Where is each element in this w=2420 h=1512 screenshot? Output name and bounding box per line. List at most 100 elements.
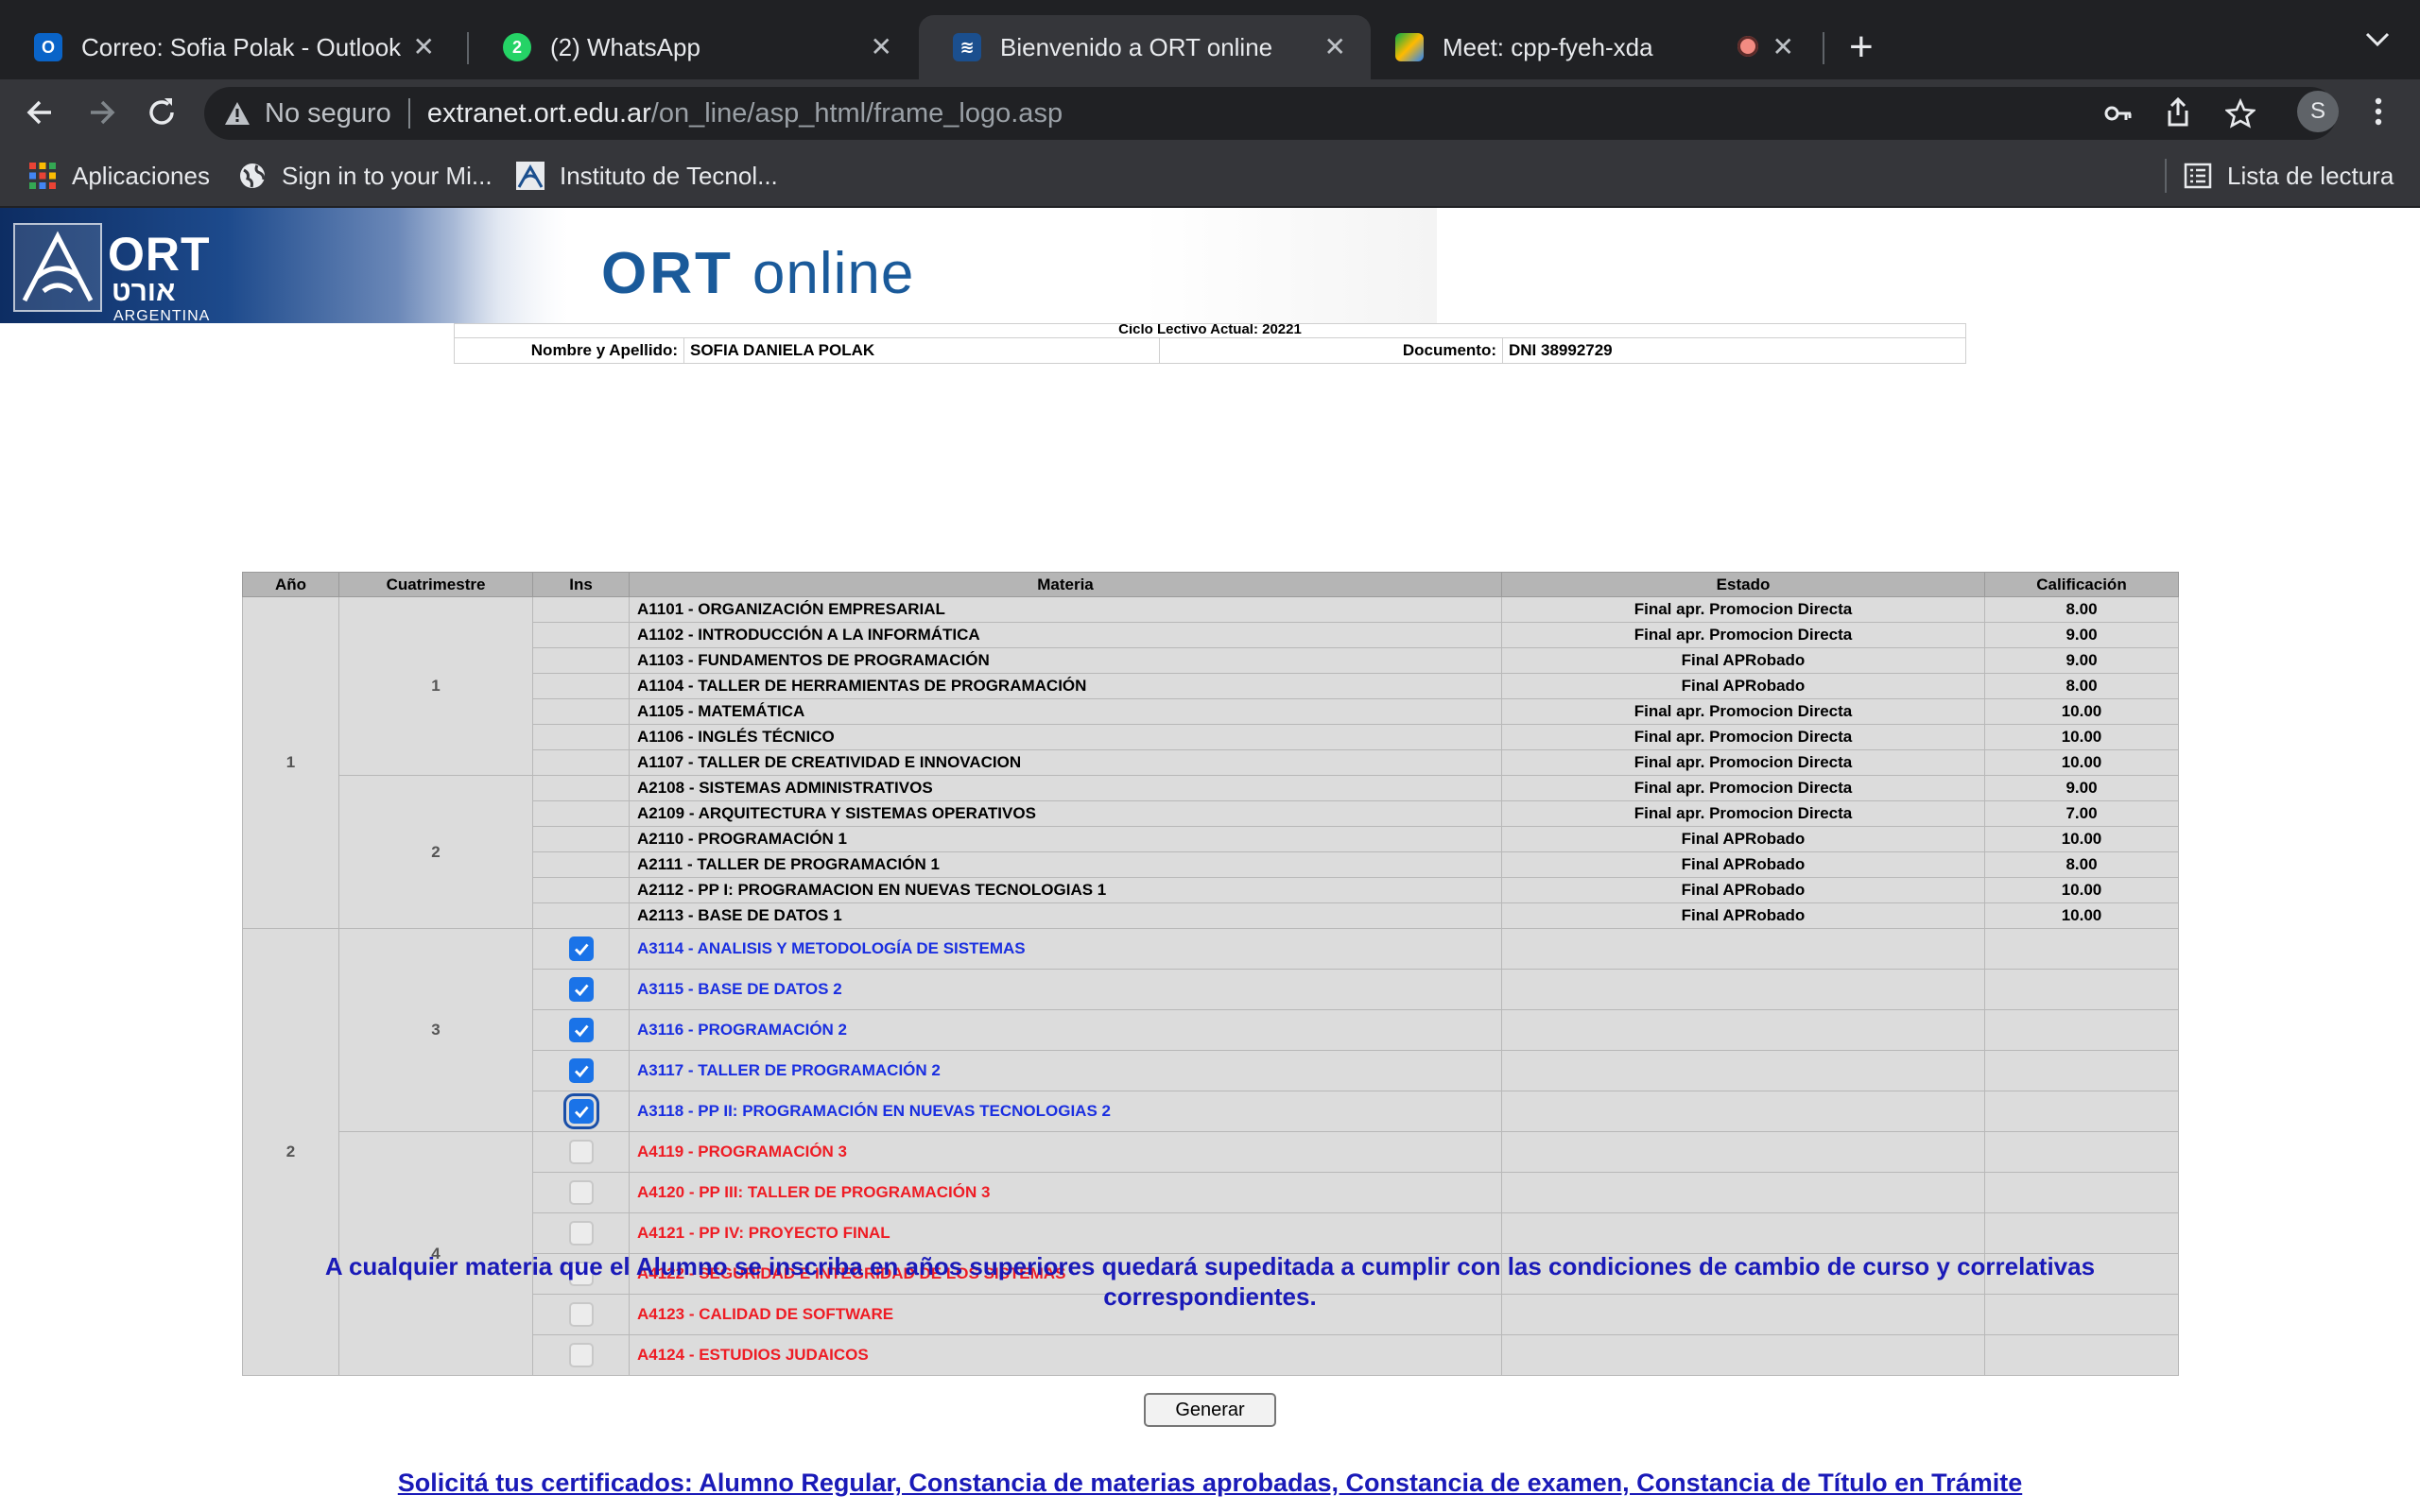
header-materia: Materia [629,572,1502,597]
ins-cell [532,1050,630,1091]
enroll-checkbox[interactable] [568,1058,594,1083]
table-row: A3118 - PP II: PROGRAMACIÓN EN NUEVAS TE… [243,1091,2179,1132]
ins-cell [532,673,630,699]
close-icon[interactable]: ✕ [413,34,435,60]
whatsapp-icon: 2 [503,33,531,61]
ins-cell [532,902,630,929]
materia-link[interactable]: A3114 - ANALISIS Y METODOLOGÍA DE SISTEM… [629,928,1502,970]
ins-cell [532,749,630,776]
estado-cell: Final apr. Promocion Directa [1501,698,1985,725]
enroll-checkbox[interactable] [568,1140,594,1164]
table-row: A2109 - ARQUITECTURA Y SISTEMAS OPERATIV… [243,800,2179,827]
estado-cell: Final apr. Promocion Directa [1501,724,1985,750]
checkmark-icon [574,984,589,997]
materia-link[interactable]: A4124 - ESTUDIOS JUDAICOS [629,1334,1502,1376]
materia-link[interactable]: A4121 - PP IV: PROYECTO FINAL [629,1212,1502,1254]
bookmark-apps[interactable]: Aplicaciones [28,159,210,193]
estado-cell [1501,1212,1985,1254]
tab-outlook[interactable]: O Correo: Sofia Polak - Outlook ✕ [0,15,459,79]
logo-country-text: ARGENTINA [113,308,211,324]
enroll-checkbox[interactable] [562,1093,599,1129]
tab-meet[interactable]: Meet: cpp-fyeh-xda ✕ [1361,15,1819,79]
enroll-checkbox[interactable] [568,977,594,1002]
table-row: A1102 - INTRODUCCIÓN A LA INFORMÁTICA Fi… [243,622,2179,648]
ins-cell [532,969,630,1010]
chevron-down-icon[interactable] [2363,28,2392,51]
name-label: Nombre y Apellido: [454,337,684,364]
star-icon[interactable] [2225,98,2256,129]
close-icon[interactable]: ✕ [1772,34,1794,60]
bookmark-instituto[interactable]: Instituto de Tecnol... [516,159,778,193]
materia-link[interactable]: A3117 - TALLER DE PROGRAMACIÓN 2 [629,1050,1502,1091]
security-label[interactable]: No seguro [265,98,391,129]
materia-cell: A1107 - TALLER DE CREATIVIDAD E INNOVACI… [629,749,1502,776]
ins-cell [532,1334,630,1376]
logo-hebrew-text: אורט [112,276,176,307]
certificates-link[interactable]: Solicitá tus certificados: Alumno Regula… [0,1469,2420,1498]
estado-cell [1501,1131,1985,1173]
logo-text: ORT [108,228,211,281]
doc-value: DNI 38992729 [1502,337,1966,364]
anio-cell: 1 [242,596,339,929]
close-icon[interactable]: ✕ [1324,34,1346,60]
estado-cell [1501,1334,1985,1376]
checkmark-icon [574,943,589,956]
materia-link[interactable]: A3115 - BASE DE DATOS 2 [629,969,1502,1010]
table-row: A2113 - BASE DE DATOS 1 Final APRobado 1… [243,902,2179,929]
materia-link[interactable]: A4119 - PROGRAMACIÓN 3 [629,1131,1502,1173]
materia-link[interactable]: A3118 - PP II: PROGRAMACIÓN EN NUEVAS TE… [629,1091,1502,1132]
estado-cell [1501,1172,1985,1213]
cuatrimestre-cell: 3 [338,928,533,1132]
calificacion-cell: 8.00 [1984,673,2179,699]
share-icon[interactable] [2165,96,2191,129]
reading-list[interactable]: Lista de lectura [2184,159,2394,193]
student-info-table: Ciclo Lectivo Actual: 20221 Nombre y Ape… [454,323,1966,364]
tab-whatsapp[interactable]: 2 (2) WhatsApp ✕ [469,15,917,79]
ort-icon [516,162,544,190]
enroll-checkbox[interactable] [568,936,594,961]
new-tab-button[interactable]: + [1849,23,1874,72]
ins-cell [532,1091,630,1132]
back-arrow-icon[interactable] [23,94,59,130]
tab-ort-online[interactable]: ≋ Bienvenido a ORT online ✕ [919,15,1371,79]
forward-arrow-icon[interactable] [83,94,119,130]
page-content: ORT אורט ARGENTINA ORT online Ciclo Lecti… [0,208,2420,1512]
ins-cell [532,826,630,852]
calificacion-cell [1984,1091,2179,1132]
tab-divider [1823,32,1824,64]
materia-link[interactable]: A4120 - PP III: TALLER DE PROGRAMACIÓN 3 [629,1172,1502,1213]
table-row: A1106 - INGLÉS TÉCNICO Final apr. Promoc… [243,724,2179,750]
title-bold: ORT [601,241,734,306]
close-icon[interactable]: ✕ [871,34,892,60]
enroll-checkbox[interactable] [568,1221,594,1246]
kebab-menu-icon[interactable] [2369,96,2388,127]
ciclo-row: Ciclo Lectivo Actual: 20221 [454,323,1966,338]
ins-cell [532,928,630,970]
materia-cell: A1104 - TALLER DE HERRAMIENTAS DE PROGRA… [629,673,1502,699]
recording-icon [1737,36,1758,57]
ciclo-label: Ciclo Lectivo Actual: [1118,323,1258,337]
url-host: extranet.ort.edu.ar [426,97,651,129]
profile-avatar[interactable]: S [2297,91,2339,132]
calificacion-cell: 7.00 [1984,800,2179,827]
enroll-checkbox[interactable] [568,1343,594,1367]
calificacion-cell [1984,969,2179,1010]
ins-cell [532,800,630,827]
calificacion-cell: 8.00 [1984,596,2179,623]
address-bar[interactable]: No seguro extranet.ort.edu.ar/on_line/as… [204,87,2337,140]
estado-cell [1501,1050,1985,1091]
table-row: A3117 - TALLER DE PROGRAMACIÓN 2 [243,1050,2179,1091]
notice-text: A cualquier materia que el Alumno se ins… [324,1252,2096,1311]
materia-link[interactable]: A3116 - PROGRAMACIÓN 2 [629,1009,1502,1051]
key-icon[interactable] [2104,100,2133,127]
table-row: A4120 - PP III: TALLER DE PROGRAMACIÓN 3 [243,1172,2179,1213]
reading-list-label: Lista de lectura [2227,161,2394,190]
generate-button[interactable]: Generar [1144,1393,1276,1427]
estado-cell: Final apr. Promocion Directa [1501,749,1985,776]
ort-online-title: ORT online [601,240,914,307]
materia-cell: A2112 - PP I: PROGRAMACION EN NUEVAS TEC… [629,877,1502,903]
reload-icon[interactable] [144,94,180,130]
bookmark-sign-in[interactable]: Sign in to your Mi... [238,159,493,193]
enroll-checkbox[interactable] [568,1018,594,1042]
enroll-checkbox[interactable] [568,1180,594,1205]
